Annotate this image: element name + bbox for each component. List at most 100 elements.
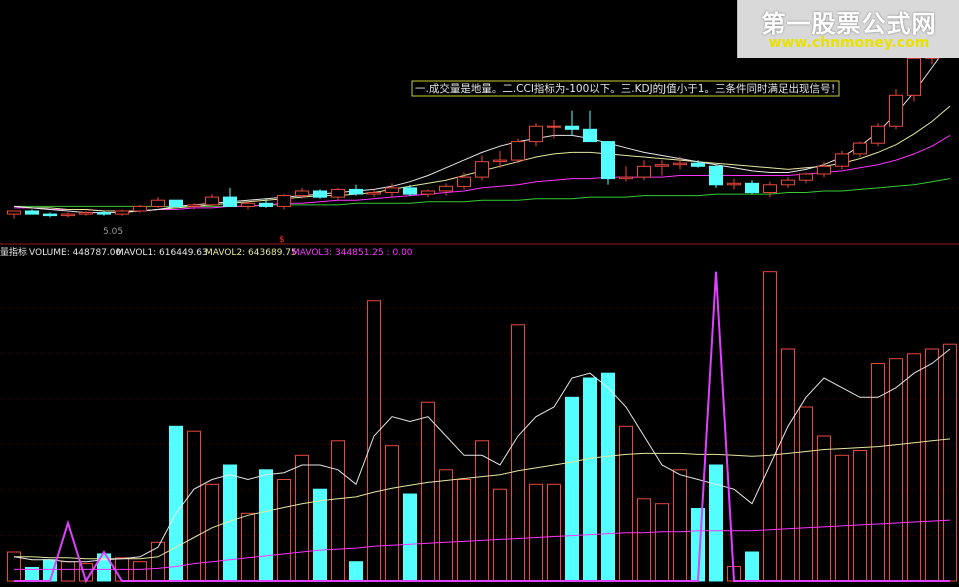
- volume-bar: [925, 348, 939, 582]
- candle-body: [619, 176, 633, 180]
- candle-body: [655, 164, 669, 167]
- candle-body: [259, 202, 273, 207]
- signal-line: [14, 271, 950, 584]
- candle-body: [493, 159, 507, 163]
- candle-body: [403, 187, 417, 195]
- candle-body: [601, 141, 615, 180]
- candle-body: [547, 125, 561, 128]
- candle-body: [367, 192, 381, 195]
- candle-body: [331, 188, 345, 198]
- mavol3-line: [14, 519, 951, 570]
- volume-bar: [943, 343, 957, 582]
- volume-bar: [313, 488, 327, 582]
- volume-bar: [583, 377, 597, 582]
- candle-body: [475, 161, 489, 178]
- volume-bar: [799, 406, 813, 582]
- candle-body: [817, 165, 831, 175]
- candle-body: [151, 199, 165, 207]
- volume-bar: [241, 512, 255, 582]
- volume-bar: [709, 464, 723, 582]
- candle-body: [691, 162, 705, 167]
- candle-body: [439, 185, 453, 192]
- candle-body: [115, 210, 129, 215]
- volume-bar: [745, 551, 759, 582]
- volume-bar: [421, 401, 435, 582]
- volume-bar: [259, 469, 273, 582]
- volume-bar: [637, 498, 651, 582]
- mavol3-value: MAVOL3: 344851.25 : 0.00: [292, 248, 413, 258]
- volume-bar: [151, 541, 165, 582]
- indicator-name: 量指标: [0, 246, 27, 258]
- volume-bar: [889, 358, 903, 582]
- candle-body: [421, 190, 435, 195]
- stock-chart: 一.成交量是地量。二.CCI指标为-100以下。三.KDJ的J值小于1。三条件同…: [0, 12, 959, 584]
- candle-body: [871, 125, 885, 144]
- candle-body: [835, 153, 849, 167]
- candle-body: [583, 128, 597, 143]
- volume-bar: [763, 271, 777, 582]
- mavol2-value: MAVOL2: 643689.75: [205, 248, 297, 258]
- candle-body: [133, 205, 147, 212]
- candle-body: [529, 125, 543, 143]
- candle-body: [313, 190, 327, 198]
- volume-bar: [835, 454, 849, 582]
- watermark-title: 第一股票公式网: [761, 10, 937, 38]
- candle-body: [241, 202, 255, 207]
- watermark-url: www.chnmoney.com: [768, 35, 930, 51]
- volume-bar: [367, 300, 381, 582]
- candle-body: [385, 187, 399, 193]
- price-label: 5.05: [103, 227, 123, 237]
- volume-bar: [511, 324, 525, 582]
- volume-bar: [277, 479, 291, 582]
- candle-body: [349, 188, 363, 195]
- candle-body: [97, 212, 111, 215]
- volume-bar: [619, 425, 633, 582]
- volume-value: VOLUME: 448787.00: [29, 248, 122, 258]
- signal-polyline: [14, 271, 950, 584]
- candle-body: [763, 184, 777, 194]
- volume-bar: [439, 469, 453, 582]
- volume-bar: [61, 561, 75, 582]
- volume-bar: [817, 435, 831, 582]
- candle-body: [853, 142, 867, 155]
- candle-body: [907, 57, 921, 96]
- volume-bar: [169, 425, 183, 582]
- mavol1-value: MAVOL1: 616449.63: [116, 248, 208, 258]
- volume-bar: [133, 561, 147, 582]
- ma-price-white-line: [13, 42, 951, 214]
- candle-body: [169, 199, 183, 207]
- candle-body: [205, 196, 219, 206]
- candle-body: [709, 165, 723, 186]
- volume-bar: [475, 440, 489, 582]
- mavol1-line: [13, 348, 951, 563]
- volume-bar: [547, 483, 561, 582]
- volume-bar: [781, 348, 795, 582]
- candle-body: [637, 165, 651, 178]
- candle-body: [565, 125, 579, 130]
- signal-marker: $: [279, 235, 285, 245]
- candle-body: [187, 204, 201, 207]
- volume-bar: [205, 483, 219, 582]
- volume-bar: [457, 479, 471, 582]
- watermark-badge: 第一股票公式网 www.chnmoney.com: [737, 0, 959, 58]
- candle-body: [781, 179, 795, 186]
- volume-bar: [187, 430, 201, 582]
- volume-bar: [349, 561, 363, 582]
- candle-body: [25, 210, 39, 215]
- candle-body: [745, 182, 759, 194]
- volume-bar: [385, 445, 399, 582]
- candle-body: [511, 141, 525, 161]
- volume-grid: [0, 307, 959, 536]
- volume-bar: [655, 503, 669, 582]
- note-text: 一.成交量是地量。二.CCI指标为-100以下。三.KDJ的J值小于1。三条件同…: [415, 82, 841, 95]
- volume-moving-averages: [13, 348, 951, 570]
- volume-bar: [565, 396, 579, 582]
- candle-body: [673, 162, 687, 166]
- candle-body: [295, 190, 309, 197]
- volume-bar: [403, 493, 417, 582]
- volume-bar: [295, 454, 309, 582]
- candle-body: [277, 195, 291, 207]
- candle-body: [7, 210, 21, 215]
- volume-bar: [331, 440, 345, 582]
- candle-body: [223, 196, 237, 207]
